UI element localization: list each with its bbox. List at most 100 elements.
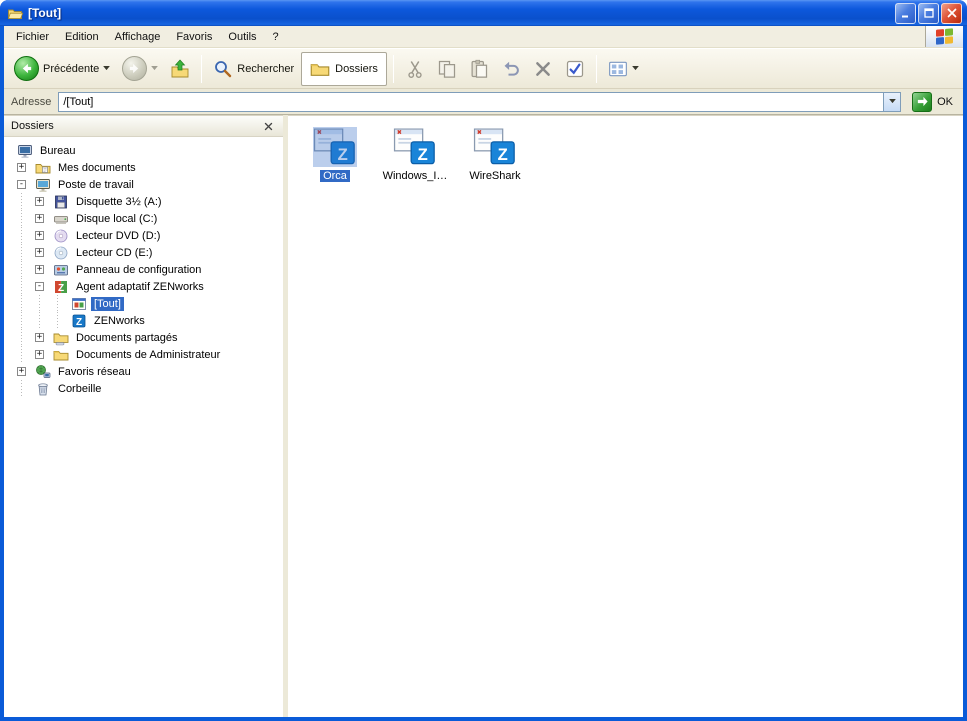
installer-app-icon: Z	[312, 126, 358, 168]
tree-item[interactable]: [Tout]	[4, 295, 283, 312]
menu-items: FichierEditionAffichageFavorisOutils?	[4, 26, 925, 47]
recycle-icon	[35, 381, 51, 397]
folder-tree: Bureau+Mes documents-Poste de travail+Di…	[4, 137, 283, 717]
indent-guide	[35, 312, 53, 329]
minimize-icon	[900, 7, 912, 19]
menu-item-outils[interactable]: Outils	[220, 28, 264, 46]
expand-icon[interactable]: +	[35, 214, 44, 223]
tree-item[interactable]: Corbeille	[4, 380, 283, 397]
indent-guide	[35, 295, 53, 312]
address-combo	[58, 92, 901, 112]
expand-icon[interactable]: +	[17, 367, 26, 376]
tree-item[interactable]: +Disquette 3½ (A:)	[4, 193, 283, 210]
menu-item-?[interactable]: ?	[265, 28, 287, 46]
close-icon	[264, 122, 273, 131]
content-pane[interactable]: ZOrcaZWindows_I…ZWireShark	[288, 115, 963, 717]
svg-text:Z: Z	[418, 145, 428, 164]
copy-button[interactable]	[432, 54, 462, 84]
delete-icon	[533, 59, 553, 79]
tree-item-label: Documents partagés	[73, 331, 181, 345]
svg-text:Z: Z	[498, 145, 508, 164]
expand-icon[interactable]: +	[35, 350, 44, 359]
search-button[interactable]: Rechercher	[208, 57, 299, 81]
menu-item-edition[interactable]: Edition	[57, 28, 107, 46]
close-explorer-bar-button[interactable]	[260, 119, 276, 134]
folders-icon	[310, 59, 330, 79]
indent-guide	[53, 312, 71, 329]
expand-icon[interactable]: +	[17, 163, 26, 172]
indent-guide	[17, 329, 35, 346]
indent-guide	[17, 346, 35, 363]
expand-icon[interactable]: +	[35, 231, 44, 240]
delete-button[interactable]	[528, 54, 558, 84]
tree-item[interactable]: +Documents de Administrateur	[4, 346, 283, 363]
copy-icon	[437, 59, 457, 79]
toolbar-separator	[201, 55, 202, 83]
forward-button[interactable]	[117, 54, 163, 83]
views-dropdown-icon[interactable]	[632, 66, 639, 71]
expand-icon[interactable]: +	[35, 248, 44, 257]
collapse-icon[interactable]: -	[35, 282, 44, 291]
computer-icon	[35, 177, 51, 193]
tree-item[interactable]: -Poste de travail	[4, 176, 283, 193]
tree-item[interactable]: ZZENworks	[4, 312, 283, 329]
menu-item-favoris[interactable]: Favoris	[168, 28, 220, 46]
indent-guide	[17, 261, 35, 278]
undo-button[interactable]	[496, 54, 526, 84]
toolbar: Précédente Rechercher Dossiers	[4, 48, 963, 89]
close-button[interactable]	[941, 3, 962, 24]
address-input[interactable]	[59, 93, 883, 111]
validate-button[interactable]	[560, 54, 590, 84]
forward-dropdown-icon[interactable]	[151, 66, 158, 71]
tree-item-label: Favoris réseau	[55, 365, 134, 379]
address-dropdown-button[interactable]	[883, 93, 900, 111]
open-folder-icon	[7, 5, 24, 21]
file-item[interactable]: ZWindows_I…	[376, 126, 454, 182]
tree-item[interactable]: +Mes documents	[4, 159, 283, 176]
collapse-icon[interactable]: -	[17, 180, 26, 189]
minimize-button[interactable]	[895, 3, 916, 24]
up-button[interactable]	[165, 54, 195, 84]
expand-icon[interactable]: +	[35, 197, 44, 206]
tree-item-label: Disque local (C:)	[73, 212, 160, 226]
explorer-bar-header: Dossiers	[4, 116, 283, 137]
toolbar-separator	[596, 55, 597, 83]
app-body: FichierEditionAffichageFavorisOutils? Pr…	[4, 26, 963, 717]
file-item[interactable]: ZWireShark	[456, 126, 534, 182]
tree-item[interactable]: +Lecteur CD (E:)	[4, 244, 283, 261]
toolbar-separator	[393, 55, 394, 83]
file-item[interactable]: ZOrca	[296, 126, 374, 182]
tree-item[interactable]: Bureau	[4, 142, 283, 159]
window-controls	[895, 3, 962, 24]
tree-item-label: ZENworks	[91, 314, 148, 328]
menu-item-affichage[interactable]: Affichage	[107, 28, 169, 46]
tree-item-label: Corbeille	[55, 382, 104, 396]
check-icon	[565, 59, 585, 79]
expand-icon[interactable]: +	[35, 265, 44, 274]
tree-item[interactable]: - Z Agent adaptatif ZENworks	[4, 278, 283, 295]
tree-item-label: Agent adaptatif ZENworks	[73, 280, 207, 294]
maximize-button[interactable]	[918, 3, 939, 24]
tree-item[interactable]: + Documents partagés	[4, 329, 283, 346]
back-dropdown-icon[interactable]	[103, 66, 110, 71]
go-button[interactable]	[912, 92, 932, 112]
harddisk-icon	[53, 211, 69, 227]
menu-item-fichier[interactable]: Fichier	[8, 28, 57, 46]
back-label: Précédente	[43, 63, 99, 75]
views-button[interactable]	[603, 57, 644, 81]
back-button[interactable]: Précédente	[9, 54, 115, 83]
expand-icon[interactable]: +	[35, 333, 44, 342]
title-bar[interactable]: [Tout]	[0, 0, 967, 26]
tree-item[interactable]: + Favoris réseau	[4, 363, 283, 380]
cut-button[interactable]	[400, 54, 430, 84]
tree-item[interactable]: +Lecteur DVD (D:)	[4, 227, 283, 244]
tree-item[interactable]: + Disque local (C:)	[4, 210, 283, 227]
tree-item[interactable]: +Panneau de configuration	[4, 261, 283, 278]
svg-text:Z: Z	[58, 282, 64, 293]
explorer-window: [Tout] FichierEditionAffichageFavorisOut…	[0, 0, 967, 721]
folders-button[interactable]: Dossiers	[301, 52, 387, 86]
dvd-icon	[53, 228, 69, 244]
file-list: ZOrcaZWindows_I…ZWireShark	[288, 116, 963, 192]
indent-guide	[17, 193, 35, 210]
paste-button[interactable]	[464, 54, 494, 84]
